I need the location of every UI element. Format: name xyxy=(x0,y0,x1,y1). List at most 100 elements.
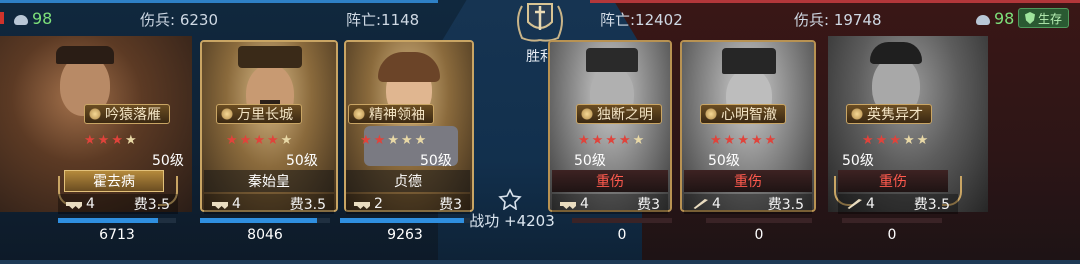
shield-icon xyxy=(1025,12,1035,24)
fist-icon xyxy=(14,14,28,25)
general-headwear xyxy=(722,48,776,74)
troop-count: 4 xyxy=(846,196,875,212)
survival-label: 生存 xyxy=(1038,11,1063,26)
star-filled-icon: ★ xyxy=(111,133,123,148)
status-injured-right-1: 重伤 xyxy=(552,170,668,192)
hp-value-right-1: 0 xyxy=(617,227,627,243)
skill-badge-left-3[interactable]: 精神领袖 xyxy=(348,104,434,124)
general-level-right-3: 50级 xyxy=(842,153,874,169)
skill-icon xyxy=(221,108,233,120)
star-filled-icon: ★ xyxy=(618,133,631,148)
chariot-icon xyxy=(560,202,576,209)
hp-bar-right-3 xyxy=(842,218,942,223)
star-empty-icon: ★ xyxy=(400,133,413,148)
star-empty-icon: ★ xyxy=(902,133,915,148)
skill-badge-right-1[interactable]: 独断之明 xyxy=(576,104,662,124)
hp-value-right-3: 0 xyxy=(887,227,897,243)
star-filled-icon: ★ xyxy=(578,133,590,148)
troop-info-right-1: 4 费3 xyxy=(552,194,668,214)
hp-value-left-3: 9263 xyxy=(387,227,423,243)
star-empty-icon: ★ xyxy=(124,133,137,148)
star-rating-right-2: ★ ★ ★ ★ ★ xyxy=(710,134,776,147)
left-stats-bar: 98 伤兵: 6230 阵亡:1148 xyxy=(0,0,438,36)
troop-info-right-3: 4 费3.5 xyxy=(838,194,958,214)
star-filled-icon: ★ xyxy=(226,133,238,148)
left-killed: 阵亡:1148 xyxy=(346,11,420,29)
skill-icon xyxy=(89,108,101,120)
general-name-left-2: 秦始皇 xyxy=(204,170,334,192)
star-filled-icon: ★ xyxy=(253,133,265,148)
right-power: 98 xyxy=(976,9,1014,28)
star-empty-icon: ★ xyxy=(916,133,929,148)
bottom-divider xyxy=(0,260,1080,264)
chariot-icon xyxy=(66,202,82,209)
laurel-sword-icon xyxy=(517,3,563,42)
right-wounded: 伤兵: 19748 xyxy=(794,11,882,29)
star-filled-icon: ★ xyxy=(266,133,279,148)
general-crown xyxy=(238,46,302,68)
star-empty-icon: ★ xyxy=(280,133,293,148)
star-rating-right-1: ★ ★ ★ ★ ★ xyxy=(578,134,644,147)
general-level-left-1: 50级 xyxy=(152,153,184,169)
skill-icon xyxy=(705,108,717,120)
hp-bar-right-2 xyxy=(706,218,812,223)
troop-count: 4 xyxy=(212,196,241,212)
hp-bar-left-2 xyxy=(200,218,330,223)
skill-badge-left-1[interactable]: 吟猿落雁 xyxy=(84,104,170,124)
star-rating-right-3: ★ ★ ★ ★ ★ xyxy=(862,134,928,147)
star-empty-icon: ★ xyxy=(387,133,399,148)
hp-bar-left-3 xyxy=(340,218,470,223)
skill-name: 吟猿落雁 xyxy=(105,107,161,123)
skill-name: 心明智澈 xyxy=(721,107,777,123)
hp-value-right-2: 0 xyxy=(754,227,764,243)
troop-count: 4 xyxy=(560,196,589,212)
troop-info-right-2: 4 费3.5 xyxy=(684,194,812,214)
left-power: 98 xyxy=(14,9,52,28)
skill-badge-left-2[interactable]: 万里长城 xyxy=(216,104,302,124)
sword-icon xyxy=(847,199,862,209)
star-filled-icon: ★ xyxy=(97,133,110,148)
hp-fill xyxy=(340,218,464,223)
skill-icon xyxy=(353,108,365,120)
merit-icon xyxy=(498,188,522,210)
star-rating-left-3: ★ ★ ★ ★ ★ xyxy=(360,134,426,147)
troop-info-left-1: 4 费3.5 xyxy=(58,194,178,214)
skill-icon xyxy=(851,108,863,120)
chariot-icon xyxy=(212,202,228,209)
general-cost: 费3.5 xyxy=(289,197,326,213)
general-level-left-3: 50级 xyxy=(420,153,452,169)
star-filled-icon: ★ xyxy=(764,133,777,148)
general-cost: 费3.5 xyxy=(767,197,804,213)
general-headwear xyxy=(586,48,638,72)
general-name-left-3: 贞德 xyxy=(346,170,470,192)
troop-count: 2 xyxy=(354,196,383,212)
troop-count: 4 xyxy=(66,196,95,212)
left-marker xyxy=(0,12,4,24)
hp-value-left-2: 8046 xyxy=(247,227,283,243)
left-wounded: 伤兵: 6230 xyxy=(140,11,218,29)
star-filled-icon: ★ xyxy=(373,133,386,148)
hp-fill xyxy=(58,218,159,223)
star-filled-icon: ★ xyxy=(862,133,874,148)
general-hair xyxy=(870,42,922,64)
general-level-right-2: 50级 xyxy=(708,153,740,169)
general-headwear xyxy=(56,46,114,64)
general-level-right-1: 50级 xyxy=(574,153,606,169)
star-empty-icon: ★ xyxy=(632,133,645,148)
troop-count: 4 xyxy=(692,196,721,212)
skill-badge-right-3[interactable]: 英隽异才 xyxy=(846,104,932,124)
general-cost: 费3 xyxy=(439,197,462,213)
chariot-icon xyxy=(354,202,370,209)
star-filled-icon: ★ xyxy=(710,133,722,148)
skill-name: 精神领袖 xyxy=(369,107,425,123)
sword-icon xyxy=(693,199,708,209)
troop-info-left-3: 2 费3 xyxy=(346,194,470,214)
star-filled-icon: ★ xyxy=(605,133,617,148)
survival-badge: 生存 xyxy=(1018,8,1070,28)
troop-info-left-2: 4 费3.5 xyxy=(204,194,334,214)
hp-bar-left-1 xyxy=(58,218,176,223)
star-filled-icon: ★ xyxy=(84,133,96,148)
hp-bar-right-1 xyxy=(572,218,672,223)
star-rating-left-1: ★ ★ ★ ★ xyxy=(84,134,137,147)
skill-badge-right-2[interactable]: 心明智澈 xyxy=(700,104,786,124)
